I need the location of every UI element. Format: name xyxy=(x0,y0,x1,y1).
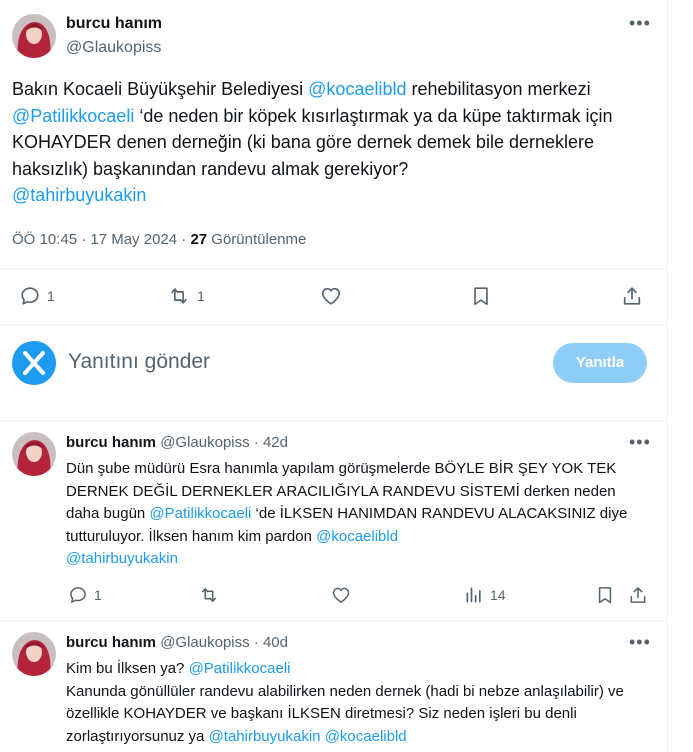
avatar[interactable] xyxy=(12,14,56,58)
display-name[interactable]: burcu hanım xyxy=(66,434,156,451)
mention-link[interactable]: @tahirbuyukakin xyxy=(209,728,321,745)
avatar[interactable] xyxy=(12,632,56,676)
reply-text: Kim bu İlksen ya? @Patilikkocaeli Kanund… xyxy=(66,658,652,748)
text-segment: rehebilitasyon merkezi xyxy=(411,79,591,99)
reply-header: burcu hanım @Glaukopiss · 42d xyxy=(66,434,288,451)
views-count: 27 xyxy=(190,231,208,248)
analytics-icon xyxy=(466,587,481,603)
tweet-time[interactable]: ÖÖ 10:45 · 17 May 2024 · xyxy=(12,231,190,248)
reply-input[interactable]: Yanıtını gönder xyxy=(68,350,210,374)
retweet-button[interactable]: 1 xyxy=(167,285,205,307)
reply-button[interactable]: 1 xyxy=(68,585,102,605)
mention-link[interactable]: @tahirbuyukakin xyxy=(12,185,146,205)
tweet-timestamp: ÖÖ 10:45 · 17 May 2024 · 27 Görüntülenme xyxy=(12,231,306,248)
display-name[interactable]: burcu hanım xyxy=(66,15,162,33)
mention-link[interactable]: @Patilikkocaeli xyxy=(189,660,291,677)
reply-header: burcu hanım @Glaukopiss · 40d xyxy=(66,634,288,651)
like-button[interactable] xyxy=(319,285,343,307)
reply-count: 1 xyxy=(47,288,55,304)
reply-age[interactable]: · 42d xyxy=(254,434,288,451)
bookmark-icon xyxy=(598,587,612,604)
mention-link[interactable]: @kocaelibld xyxy=(308,79,406,99)
views-label: Görüntülenme xyxy=(207,231,307,248)
mention-link[interactable]: @Patilikkocaeli xyxy=(12,106,134,126)
retweet-icon xyxy=(171,288,187,304)
views-button[interactable]: 14 xyxy=(464,585,506,605)
share-icon xyxy=(630,587,646,603)
user-handle[interactable]: @Glaukopiss xyxy=(160,634,249,651)
divider xyxy=(0,324,668,325)
reply-submit-button[interactable]: Yanıtla xyxy=(553,343,647,383)
views-count: 14 xyxy=(490,587,506,603)
heart-icon xyxy=(332,587,350,603)
share-button[interactable] xyxy=(621,285,643,307)
divider xyxy=(0,268,668,269)
user-handle[interactable]: @Glaukopiss xyxy=(160,434,249,451)
retweet-button[interactable] xyxy=(198,585,220,605)
tweet-text: Bakın Kocaeli Büyükşehir Belediyesi @koc… xyxy=(12,76,644,209)
retweet-count: 1 xyxy=(197,288,205,304)
divider xyxy=(0,420,668,421)
reply-count: 1 xyxy=(94,587,102,603)
avatar[interactable] xyxy=(12,432,56,476)
bookmark-button[interactable] xyxy=(595,585,615,605)
bookmark-button[interactable] xyxy=(470,285,492,307)
heart-icon xyxy=(321,287,341,305)
more-options-icon[interactable]: ••• xyxy=(629,433,651,451)
more-options-icon[interactable]: ••• xyxy=(629,633,651,651)
bookmark-icon xyxy=(474,287,488,306)
tweet-thread: burcu hanım @Glaukopiss ••• Bakın Kocael… xyxy=(0,0,668,752)
share-icon xyxy=(623,287,641,305)
more-options-icon[interactable]: ••• xyxy=(629,14,651,32)
display-name[interactable]: burcu hanım xyxy=(66,634,156,651)
mention-link[interactable]: @Patilikkocaeli xyxy=(149,505,251,522)
share-button[interactable] xyxy=(628,585,648,605)
reply-age[interactable]: · 40d xyxy=(254,634,288,651)
reply-text: Dün şube müdürü Esra hanımla yapılam gör… xyxy=(66,458,652,571)
reply-icon xyxy=(70,587,86,603)
user-handle[interactable]: @Glaukopiss xyxy=(66,39,161,57)
reply-button[interactable]: 1 xyxy=(19,285,55,307)
text-segment: Kim bu İlksen ya? xyxy=(66,660,189,677)
divider xyxy=(0,620,668,621)
x-logo-avatar xyxy=(12,341,56,385)
mention-link[interactable]: @tahirbuyukakin xyxy=(66,550,178,567)
mention-link[interactable]: @kocaelibld xyxy=(325,728,407,745)
retweet-icon xyxy=(202,588,216,602)
text-segment: Bakın Kocaeli Büyükşehir Belediyesi xyxy=(12,79,309,99)
mention-link[interactable]: @kocaelibld xyxy=(316,528,398,545)
like-button[interactable] xyxy=(331,585,351,605)
reply-icon xyxy=(21,287,39,305)
x-logo-icon xyxy=(23,351,45,375)
